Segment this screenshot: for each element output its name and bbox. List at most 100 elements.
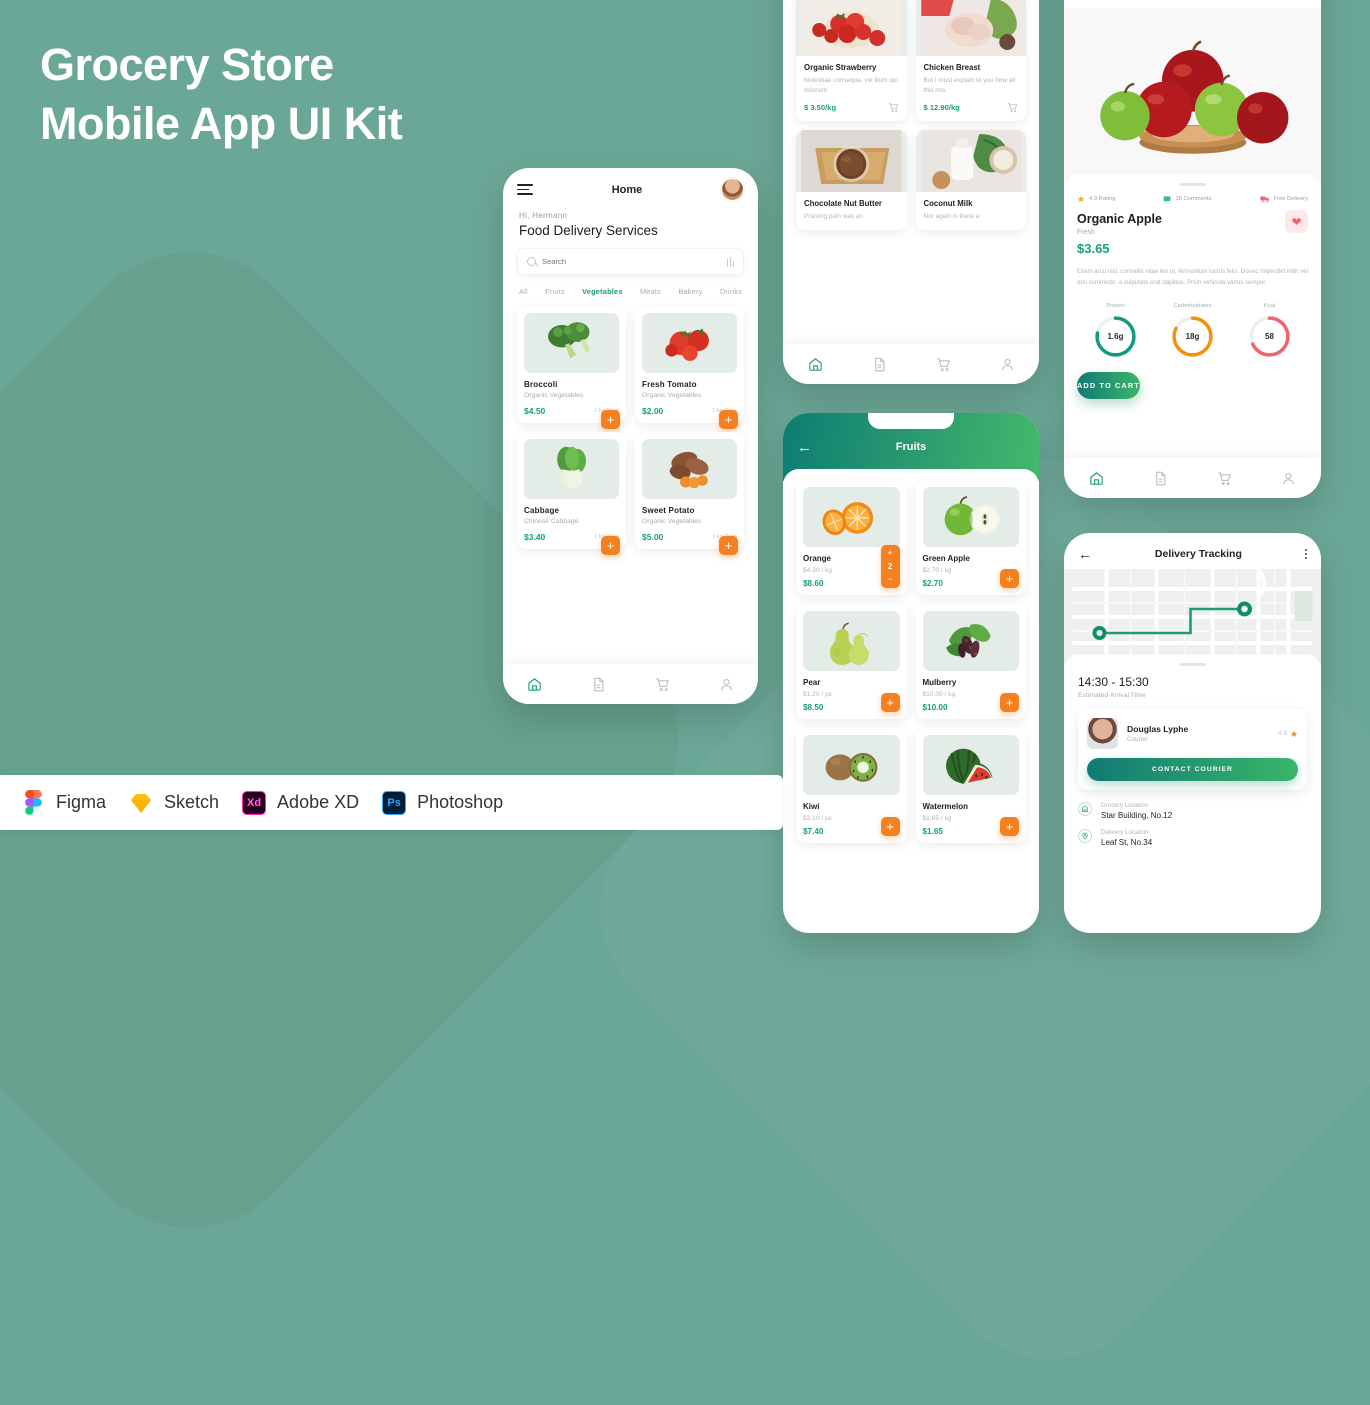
list-card[interactable]: Chocolate Nut Butter Praising pain was a… — [796, 130, 907, 231]
list-card[interactable]: Organic Strawberry Molestiae consequa, v… — [796, 0, 907, 122]
phone-screen-fruits: ← Fruits Orange $4.30 / kg $8.60 + 2 − G… — [783, 413, 1039, 933]
cart-icon[interactable] — [936, 357, 951, 372]
list-card-body: Chocolate Nut Butter Praising pain was a… — [796, 192, 907, 230]
screen-title: Delivery Tracking — [1154, 548, 1242, 560]
add-to-cart-button[interactable]: + — [1000, 817, 1019, 836]
add-to-cart-button[interactable]: + — [880, 693, 900, 712]
filter-icon[interactable] — [726, 256, 734, 267]
product-name: Green Apple — [922, 554, 970, 563]
document-icon[interactable] — [872, 357, 887, 372]
product-desc: Chinese Cabbage — [524, 518, 579, 525]
nutrition-label: Carbohydrates — [1173, 302, 1212, 309]
product-card[interactable]: Watermelon $1.65 / kg $1.65 + — [915, 728, 1026, 843]
product-name: Watermelon — [922, 802, 969, 811]
product-desc: Nor again is there a — [923, 213, 980, 221]
contact-courier-button[interactable]: CONTACT COURIER — [1087, 758, 1298, 781]
avatar[interactable] — [721, 178, 744, 201]
share-icon[interactable]: ↯ — [1297, 0, 1307, 1]
category-meats[interactable]: Meats — [640, 287, 661, 296]
back-icon[interactable]: ← — [797, 440, 812, 455]
tool-adobe-xd[interactable]: Xd Adobe XD — [241, 790, 359, 816]
favorite-button[interactable]: ❤ — [1285, 210, 1308, 233]
category-all[interactable]: All — [519, 287, 528, 296]
screen-title: Detail — [1179, 0, 1209, 1]
search-bar[interactable] — [517, 248, 744, 275]
category-bakery[interactable]: Bakery — [678, 287, 702, 296]
sheet-grabber[interactable] — [1179, 663, 1206, 666]
product-card[interactable]: Sweet Potato Organic Vegetables $5.00 1 … — [635, 432, 744, 555]
product-card[interactable]: Mulberry $10.00 / kg $10.00 + — [915, 604, 1026, 719]
category-filter-row: All Fruits Vegetables Meats Bakery Drink… — [503, 275, 758, 302]
product-name: Sweet Potato — [642, 506, 695, 515]
price-row: $ 3.50/kg — [804, 102, 899, 113]
cart-icon[interactable] — [1217, 471, 1232, 486]
back-icon[interactable]: ← — [1078, 0, 1092, 2]
decrement-button[interactable]: − — [887, 573, 892, 587]
document-icon[interactable] — [1153, 471, 1168, 486]
product-image-strawberry — [796, 0, 907, 57]
detail-header: ← Detail ↯ — [1064, 0, 1321, 8]
document-icon[interactable] — [591, 677, 606, 692]
home-icon[interactable] — [1089, 471, 1104, 486]
star-icon — [1290, 730, 1298, 737]
cart-icon[interactable] — [1007, 102, 1018, 113]
home-icon[interactable] — [808, 357, 823, 372]
add-to-cart-button[interactable]: + — [880, 817, 900, 836]
user-icon[interactable] — [1281, 471, 1296, 486]
back-icon[interactable]: ← — [1078, 547, 1092, 561]
sheet-grabber[interactable] — [1179, 183, 1206, 186]
add-to-cart-button[interactable]: + — [601, 410, 620, 429]
phone-notch — [587, 168, 674, 184]
photoshop-icon: Ps — [381, 790, 407, 816]
product-image-watermelon — [922, 735, 1019, 795]
add-to-cart-button[interactable]: + — [719, 536, 738, 555]
product-card[interactable]: Orange $4.30 / kg $8.60 + 2 − — [796, 480, 907, 595]
tool-photoshop[interactable]: Ps Photoshop — [381, 790, 503, 816]
delivery-map[interactable] — [1064, 569, 1321, 665]
nutrition-row: Protein 1.6g Carbohydrates 18g Kcal 58 — [1077, 303, 1308, 359]
increment-button[interactable]: + — [887, 547, 892, 561]
nutrition-value: 58 — [1265, 331, 1274, 341]
product-name: Fresh Tomato — [642, 380, 697, 389]
menu-icon[interactable] — [517, 183, 533, 196]
rating-value: 4.8 — [1278, 730, 1287, 737]
add-to-cart-button[interactable]: + — [1000, 693, 1019, 712]
rating-meta: 4.9 Rating — [1077, 195, 1115, 203]
product-name: Organic Strawberry — [804, 63, 877, 73]
product-desc: Organic Vegetables — [524, 392, 584, 399]
product-desc: But I must explain to you how all this m… — [923, 77, 1016, 94]
product-price: $2.00 — [642, 406, 664, 416]
product-card[interactable]: Cabbage Chinese Cabbage $3.40 1 kg Price… — [517, 432, 626, 555]
product-image-sweet-potato — [642, 439, 737, 499]
add-to-cart-button[interactable]: + — [719, 410, 738, 429]
product-subtitle: Fresh — [1077, 229, 1095, 236]
product-card[interactable]: Kiwi $3.10 / pc $7.40 + — [796, 728, 907, 843]
phone-notch — [868, 413, 954, 429]
product-card[interactable]: Broccoli Organic Vegetables $4.50 1 kg P… — [517, 306, 626, 429]
product-card[interactable]: Pear $1.20 / pc $8.50 + — [796, 604, 907, 719]
category-drinks[interactable]: Drinks — [720, 287, 742, 296]
tool-figma[interactable]: Figma — [20, 790, 106, 816]
add-to-cart-button[interactable]: + — [601, 536, 620, 555]
list-card[interactable]: Coconut Milk Nor again is there a — [915, 130, 1026, 231]
product-card[interactable]: Fresh Tomato Organic Vegetables $2.00 1 … — [635, 306, 744, 429]
search-input[interactable] — [542, 257, 727, 266]
user-icon[interactable] — [1000, 357, 1015, 372]
product-card[interactable]: Green Apple $2.70 / kg $2.70 + — [915, 480, 1026, 595]
more-options-icon[interactable] — [1304, 548, 1307, 560]
product-desc: Organic Vegetables — [642, 392, 702, 399]
product-desc: Molestiae consequa, vel illum qui dolore… — [804, 77, 898, 94]
tool-sketch[interactable]: Sketch — [128, 790, 219, 816]
home-icon[interactable] — [527, 677, 542, 692]
category-vegetables[interactable]: Vegetables — [582, 287, 623, 296]
cart-icon[interactable] — [655, 677, 670, 692]
product-price: $3.65 — [1077, 241, 1110, 256]
cart-icon[interactable] — [888, 102, 899, 113]
user-icon[interactable] — [719, 677, 734, 692]
list-card[interactable]: Chicken Breast But I must explain to you… — [915, 0, 1026, 122]
category-fruits[interactable]: Fruits — [545, 287, 565, 296]
add-to-cart-button[interactable]: + — [1000, 569, 1019, 588]
add-to-cart-button[interactable]: ADD TO CART — [1077, 371, 1140, 399]
product-price: $ 12.90/kg — [923, 103, 960, 113]
quantity-stepper[interactable]: + 2 − — [880, 545, 900, 588]
